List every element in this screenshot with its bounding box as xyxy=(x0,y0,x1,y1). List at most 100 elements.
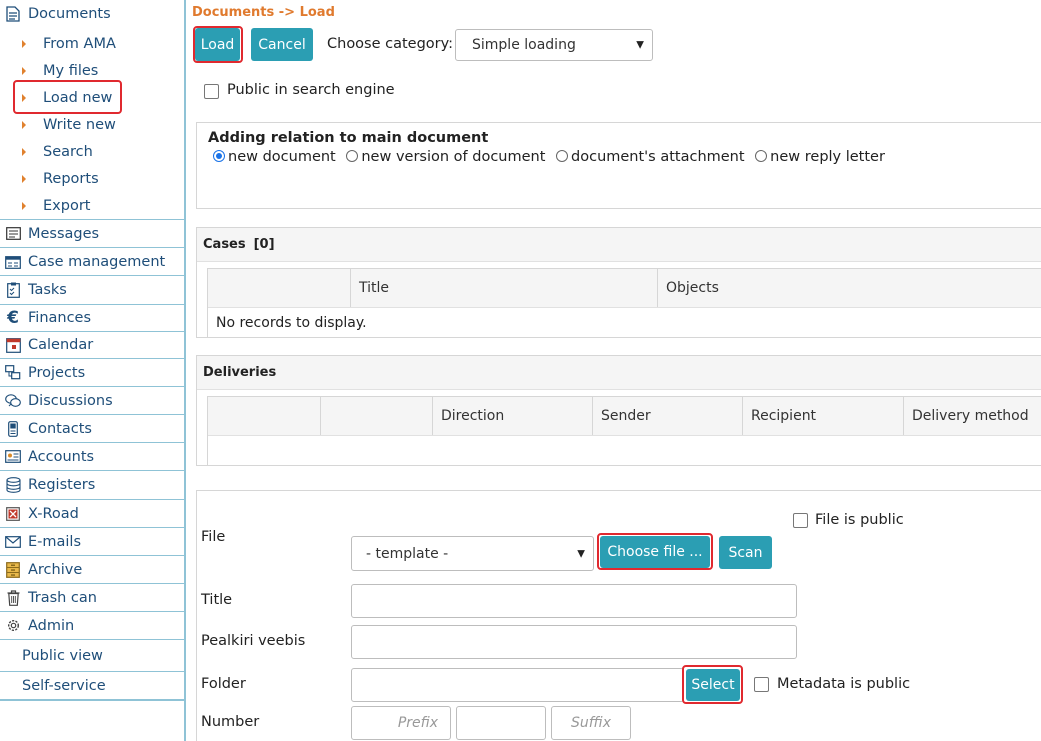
column-header-title[interactable]: Title xyxy=(350,269,658,307)
sidebar-item-admin[interactable]: Admin xyxy=(0,612,184,640)
column-header-sender[interactable]: Sender xyxy=(592,397,743,435)
relation-option-reply-letter[interactable]: new reply letter xyxy=(755,149,885,165)
file-label: File xyxy=(201,529,226,545)
prefix-input[interactable]: Prefix xyxy=(351,706,451,740)
euro-icon: € xyxy=(7,308,19,328)
deliveries-title: Deliveries xyxy=(203,365,277,380)
relation-option-new-version[interactable]: new version of document xyxy=(346,149,545,165)
arrow-icon xyxy=(22,67,26,75)
sidebar-subitem-label: Search xyxy=(43,144,93,160)
number-label: Number xyxy=(201,714,260,730)
sidebar-item-finances[interactable]: € Finances xyxy=(0,305,184,332)
sidebar-subitem-label: Load new xyxy=(43,90,113,106)
case-icon xyxy=(5,254,21,270)
main-content: Documents -> Load Load Cancel Choose cat… xyxy=(192,0,1041,741)
sidebar-item-label: Self-service xyxy=(22,677,106,694)
archive-icon xyxy=(5,561,21,578)
relation-title: Adding relation to main document xyxy=(208,130,489,146)
deliveries-header: Deliveries xyxy=(197,356,1041,390)
number-input[interactable] xyxy=(456,706,546,740)
title-label: Title xyxy=(201,592,233,608)
sidebar-subitem-load-new[interactable]: Load new xyxy=(22,87,112,109)
sidebar-item-label: Tasks xyxy=(28,282,67,298)
mail-icon xyxy=(5,534,21,550)
cases-table-header: Title Objects xyxy=(208,269,1041,308)
template-select-value: - template - xyxy=(366,545,449,562)
sidebar-item-x-road[interactable]: X-Road xyxy=(0,500,184,528)
sidebar-subitem-label: Write new xyxy=(43,117,116,133)
sidebar-item-label: Calendar xyxy=(28,337,94,353)
metadata-is-public-checkbox[interactable] xyxy=(754,677,769,692)
sidebar-item-contacts[interactable]: Contacts xyxy=(0,415,184,443)
metadata-is-public-label: Metadata is public xyxy=(777,676,911,692)
sidebar-item-label: Contacts xyxy=(28,420,92,437)
relation-option-new-document[interactable]: new document xyxy=(213,149,336,165)
sidebar-item-self-service[interactable]: Self-service xyxy=(0,672,184,701)
public-in-search-checkbox[interactable] xyxy=(204,84,219,99)
sidebar-item-trash-can[interactable]: Trash can xyxy=(0,584,184,612)
radio-selected[interactable] xyxy=(213,150,225,162)
sidebar-item-registers[interactable]: Registers xyxy=(0,471,184,500)
sidebar-item-calendar[interactable]: Calendar xyxy=(0,332,184,359)
document-icon xyxy=(5,6,21,22)
choose-file-button[interactable]: Choose file ... xyxy=(600,536,710,568)
sidebar-item-label: E-mails xyxy=(28,533,82,550)
sidebar-item-label: Finances xyxy=(28,310,92,326)
column-header-delivery-method[interactable]: Delivery method xyxy=(903,397,1041,435)
chevron-down-icon: ▼ xyxy=(577,548,585,559)
cases-count: [0] xyxy=(253,237,275,252)
relation-option-attachment[interactable]: document's attachment xyxy=(556,149,745,165)
column-header-recipient[interactable]: Recipient xyxy=(742,397,904,435)
deliveries-table-header: Direction Sender Recipient Delivery meth… xyxy=(208,397,1041,436)
file-is-public-checkbox[interactable] xyxy=(793,513,808,528)
file-is-public-label: File is public xyxy=(815,512,904,528)
sidebar-subitem-write-new[interactable]: Write new xyxy=(22,114,116,136)
sidebar-item-projects[interactable]: Projects xyxy=(0,359,184,387)
select-folder-button[interactable]: Select xyxy=(686,669,740,701)
pealkiri-veebis-input[interactable] xyxy=(351,625,797,659)
discussion-icon xyxy=(5,393,21,409)
radio[interactable] xyxy=(556,150,569,162)
folder-input[interactable] xyxy=(351,668,684,702)
relation-panel: Adding relation to main document new doc… xyxy=(196,122,1041,209)
sidebar-item-archive[interactable]: Archive xyxy=(0,556,184,584)
sidebar-item-case-management[interactable]: Case management xyxy=(0,248,184,276)
sidebar-subitem-my-files[interactable]: My files xyxy=(22,60,98,82)
cases-header: Cases [0] xyxy=(197,228,1041,262)
column-header-objects[interactable]: Objects xyxy=(657,269,1041,307)
deliveries-table: Direction Sender Recipient Delivery meth… xyxy=(207,396,1041,466)
sidebar-item-documents[interactable]: Documents xyxy=(0,3,184,25)
template-select[interactable]: - template - ▼ xyxy=(351,536,594,571)
sidebar-item-label: Discussions xyxy=(28,392,113,409)
cases-panel: Cases [0] Title Objects No records to di… xyxy=(196,227,1041,338)
sidebar-subitem-from-ama[interactable]: From AMA xyxy=(22,33,116,55)
category-select[interactable]: Simple loading ▼ xyxy=(455,29,653,61)
sidebar-item-e-mails[interactable]: E-mails xyxy=(0,528,184,556)
sidebar-subitem-search[interactable]: Search xyxy=(22,141,93,163)
column-header-blank xyxy=(320,397,433,435)
cancel-button[interactable]: Cancel xyxy=(251,28,313,61)
cases-table: Title Objects No records to display. xyxy=(207,268,1041,338)
scan-button[interactable]: Scan xyxy=(719,536,772,569)
sidebar-item-public-view[interactable]: Public view xyxy=(0,640,184,672)
sidebar-item-tasks[interactable]: Tasks xyxy=(0,276,184,305)
accounts-icon xyxy=(5,449,21,465)
sidebar-subitem-label: Export xyxy=(43,198,91,214)
sidebar-item-discussions[interactable]: Discussions xyxy=(0,387,184,415)
sidebar-item-messages[interactable]: Messages xyxy=(0,220,184,248)
sidebar-subitem-reports[interactable]: Reports xyxy=(22,168,99,190)
category-select-value: Simple loading xyxy=(472,37,576,53)
load-button[interactable]: Load xyxy=(195,28,240,61)
sidebar-item-label: Projects xyxy=(28,364,86,381)
suffix-input[interactable]: Suffix xyxy=(551,706,631,740)
radio[interactable] xyxy=(346,150,359,162)
sidebar-item-accounts[interactable]: Accounts xyxy=(0,443,184,471)
title-input[interactable] xyxy=(351,584,797,618)
radio[interactable] xyxy=(755,150,768,162)
sidebar-item-label: X-Road xyxy=(28,505,79,522)
sidebar-item-label: Admin xyxy=(28,617,75,634)
column-header-direction[interactable]: Direction xyxy=(432,397,593,435)
sidebar-subitem-export[interactable]: Export xyxy=(22,195,90,217)
projects-icon xyxy=(5,365,21,381)
x-road-icon xyxy=(5,506,21,522)
